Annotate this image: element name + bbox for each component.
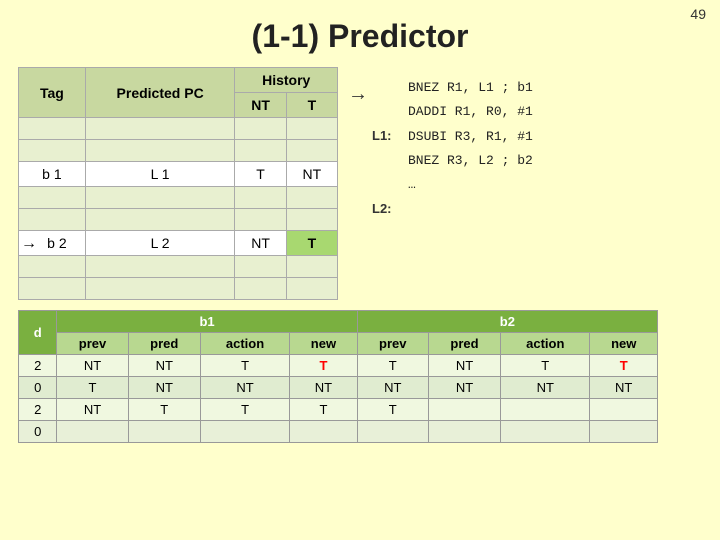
b1-action-val: NT <box>200 377 289 399</box>
code-arrow: → <box>348 77 372 111</box>
b2-pred-header: pred <box>428 333 500 355</box>
b1-action-val: T <box>200 355 289 377</box>
b1-pred-val: NT <box>128 377 200 399</box>
table-row <box>19 140 338 162</box>
b2-t: T <box>286 231 337 256</box>
table-row <box>19 278 338 300</box>
b1-prev-header: prev <box>57 333 128 355</box>
b2-prev-val: T <box>357 399 428 421</box>
b2-tag: b 2 <box>19 231 86 256</box>
l2-label: L2: <box>372 198 404 220</box>
b1-nt: T <box>235 162 286 187</box>
bottom-table-area: d b1 b2 prev pred action new prev pred a… <box>0 300 720 443</box>
b2-pred-val <box>428 399 500 421</box>
d-header: d <box>19 311 57 355</box>
predicted-pc-header: Predicted PC <box>85 68 235 118</box>
code-line-1: BNEZ R1, L1 ; b1 <box>372 77 533 99</box>
b2-action-val: NT <box>501 377 590 399</box>
b1-new-val: NT <box>290 377 358 399</box>
b1-prev-val: NT <box>57 399 128 421</box>
d-val: 0 <box>19 377 57 399</box>
b2-nt: NT <box>235 231 286 256</box>
table-row <box>19 118 338 140</box>
b1-tag: b 1 <box>19 162 86 187</box>
b2-header: b2 <box>357 311 657 333</box>
b1-new-header: new <box>290 333 358 355</box>
b2-new-val: T <box>590 355 658 377</box>
b2-prev-val: NT <box>357 377 428 399</box>
b1-header: b1 <box>57 311 357 333</box>
code-line-5: … <box>372 174 533 196</box>
page-number: 49 <box>690 6 706 22</box>
tag-header: Tag <box>19 68 86 118</box>
b2-new-header: new <box>590 333 658 355</box>
nt-header: NT <box>235 93 286 118</box>
b1-t: NT <box>286 162 337 187</box>
b1-prev-val: T <box>57 377 128 399</box>
b2-prev-val: T <box>357 355 428 377</box>
b2-new-val: NT <box>590 377 658 399</box>
page-title: (1-1) Predictor <box>0 0 720 67</box>
code-line-2: DADDI R1, R0, #1 <box>372 101 533 123</box>
code-text-2: DADDI R1, R0, #1 <box>408 101 533 123</box>
b1-action-header: action <box>200 333 289 355</box>
code-text-5: … <box>408 174 416 196</box>
code-text-1: BNEZ R1, L1 ; b1 <box>408 77 533 99</box>
table-row <box>19 187 338 209</box>
code-text-4: BNEZ R3, L2 ; b2 <box>408 150 533 172</box>
b1-action-val: T <box>200 399 289 421</box>
b2-prev-header: prev <box>357 333 428 355</box>
table-row: 0 T NT NT NT NT NT NT NT <box>19 377 658 399</box>
b1-new-val: T <box>290 399 358 421</box>
b2-pc: L 2 <box>85 231 235 256</box>
code-line-6: L2: <box>372 198 533 220</box>
b1-pred-header: pred <box>128 333 200 355</box>
b2-new-val <box>590 399 658 421</box>
b2-action-val: T <box>501 355 590 377</box>
d-val: 2 <box>19 355 57 377</box>
code-area: → BNEZ R1, L1 ; b1 DADDI R1, R0, #1 L1: … <box>348 67 702 300</box>
l1-label: L1: <box>372 125 404 147</box>
b2-action-val <box>501 399 590 421</box>
b1-new-val: T <box>290 355 358 377</box>
b2-row: b 2 L 2 NT T <box>19 231 338 256</box>
b2-pred-val: NT <box>428 355 500 377</box>
code-line-4: BNEZ R3, L2 ; b2 <box>372 150 533 172</box>
b2-action-header: action <box>501 333 590 355</box>
code-text-3: DSUBI R3, R1, #1 <box>408 126 533 148</box>
d-val: 2 <box>19 399 57 421</box>
b1-row: b 1 L 1 T NT <box>19 162 338 187</box>
predictor-table: Tag Predicted PC History NT T <box>18 67 338 300</box>
table-row <box>19 256 338 278</box>
b1-pred-val: NT <box>128 355 200 377</box>
table-row: 0 <box>19 421 658 443</box>
history-header: History <box>235 68 338 93</box>
table-row: 2 NT T T T T <box>19 399 658 421</box>
b1-pc: L 1 <box>85 162 235 187</box>
b1-pred-val: T <box>128 399 200 421</box>
table-row: 2 NT NT T T T NT T T <box>19 355 658 377</box>
b1-prev-val: NT <box>57 355 128 377</box>
code-line-3: L1: DSUBI R3, R1, #1 <box>372 125 533 148</box>
t-header: T <box>286 93 337 118</box>
table-row <box>19 209 338 231</box>
b2-pred-val: NT <box>428 377 500 399</box>
bottom-table: d b1 b2 prev pred action new prev pred a… <box>18 310 658 443</box>
predictor-table-area: Tag Predicted PC History NT T <box>18 67 338 300</box>
